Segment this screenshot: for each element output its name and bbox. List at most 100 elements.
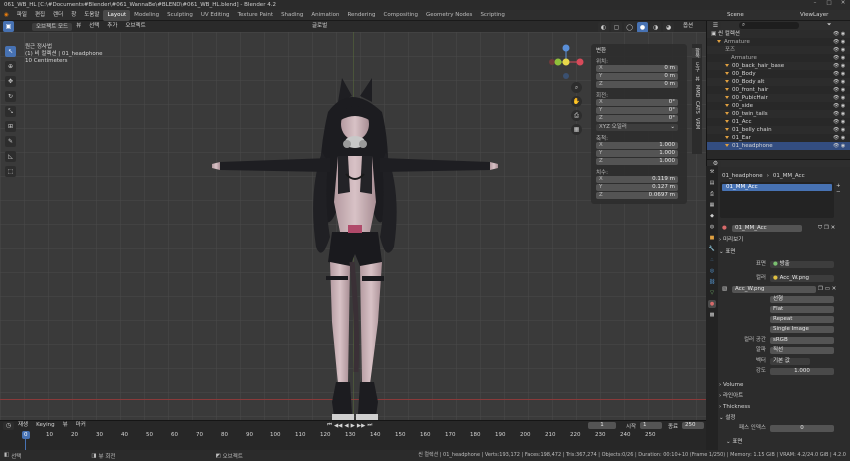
- physics-tab-icon[interactable]: ◎: [708, 267, 716, 275]
- camera-view-icon[interactable]: ⎙: [571, 110, 582, 121]
- transform-orientation[interactable]: 글로벌: [312, 21, 327, 32]
- workspace-tab-geometry-nodes[interactable]: Geometry Nodes: [422, 10, 476, 21]
- interpolation-dropdown[interactable]: 선형: [770, 296, 834, 303]
- eye-icon[interactable]: 👁 ◉: [833, 102, 849, 110]
- scale-tool-icon[interactable]: ⤡: [5, 106, 16, 117]
- fake-user-icon[interactable]: ⛉: [818, 225, 822, 231]
- close-button[interactable]: ✕: [836, 0, 850, 10]
- dimensions-x-field[interactable]: X 0.119 m: [596, 176, 678, 183]
- sidebar-tab-vrm[interactable]: VRM: [692, 118, 700, 129]
- start-frame-field[interactable]: 1: [640, 422, 662, 429]
- outliner-row-object[interactable]: 00_side: [707, 102, 850, 110]
- prev-key-icon[interactable]: ◀◀: [334, 423, 342, 429]
- sidebar-tab-tool[interactable]: 도구: [692, 62, 701, 72]
- vector-field[interactable]: 기본 값: [770, 358, 810, 365]
- eye-icon[interactable]: 👁 ◉: [833, 54, 849, 62]
- eye-icon[interactable]: 👁 ◉: [833, 86, 849, 94]
- dimensions-y-field[interactable]: Y 0.127 m: [596, 184, 678, 191]
- timeline-menu-playback[interactable]: 재생: [14, 421, 32, 430]
- workspace-tab-animation[interactable]: Animation: [307, 10, 343, 21]
- scale-x-field[interactable]: X 1.000: [596, 142, 678, 149]
- viewport-menu-add[interactable]: 추가: [103, 21, 121, 32]
- outliner-editor-icon[interactable]: ☰: [710, 21, 721, 30]
- eye-icon[interactable]: 👁 ◉: [833, 38, 849, 46]
- constraints-tab-icon[interactable]: ⛓: [708, 278, 716, 286]
- copy-icon[interactable]: ❐: [818, 286, 823, 292]
- alpha-dropdown[interactable]: 직선: [770, 347, 834, 354]
- outliner-search-input[interactable]: ⌕: [739, 22, 799, 29]
- view-layer-tab-icon[interactable]: ▦: [708, 201, 716, 209]
- location-x-field[interactable]: X 0 m: [596, 65, 678, 72]
- material-slot-row[interactable]: 01_MM_Acc: [722, 184, 832, 191]
- outliner-row-object[interactable]: 00_PubicHair: [707, 94, 850, 102]
- perspective-grid-icon[interactable]: ▦: [571, 124, 582, 135]
- material-tab-icon[interactable]: ●: [708, 300, 716, 308]
- image-name-field[interactable]: Acc_W.png: [732, 286, 816, 293]
- unlink-icon[interactable]: ✕: [832, 286, 837, 292]
- object-tab-icon[interactable]: ■: [708, 234, 716, 242]
- eye-icon[interactable]: 👁 ◉: [833, 134, 849, 142]
- timeline-menu-keying[interactable]: Keying: [32, 421, 58, 430]
- modifier-tab-icon[interactable]: 🔧: [708, 245, 716, 253]
- outliner-row-object[interactable]: 00_front_hair: [707, 86, 850, 94]
- outliner-row-object-selected[interactable]: 01_headphone: [707, 142, 850, 150]
- outliner-row-object[interactable]: 00_twin_tails: [707, 110, 850, 118]
- outliner-row-object[interactable]: 01_belly chain: [707, 126, 850, 134]
- menu-file[interactable]: 파일: [13, 10, 31, 21]
- workspace-tab-shading[interactable]: Shading: [277, 10, 307, 21]
- outliner-row-object[interactable]: 01_Ear: [707, 134, 850, 142]
- location-z-field[interactable]: Z 0 m: [596, 81, 678, 88]
- jump-end-icon[interactable]: ⏭: [367, 422, 372, 429]
- eye-icon[interactable]: 👁 ◉: [833, 126, 849, 134]
- eye-icon[interactable]: 👁 ◉: [833, 46, 849, 54]
- eye-icon[interactable]: 👁 ◉: [833, 110, 849, 118]
- surface-shader-field[interactable]: ● 방출: [770, 261, 834, 268]
- rotation-y-field[interactable]: Y 0°: [596, 107, 678, 114]
- color-texture-field[interactable]: ● Acc_W.png: [770, 275, 834, 282]
- scale-z-field[interactable]: Z 1.000: [596, 158, 678, 165]
- settings-section-header[interactable]: ⌄ 설정: [719, 414, 839, 422]
- character-model[interactable]: [210, 62, 500, 420]
- zoom-icon[interactable]: ⌕: [571, 82, 582, 93]
- strength-field[interactable]: 1.000: [770, 368, 834, 375]
- output-tab-icon[interactable]: ⎙: [708, 190, 716, 198]
- play-icon[interactable]: ▶: [351, 423, 355, 429]
- next-key-icon[interactable]: ▶▶: [357, 423, 365, 429]
- play-reverse-icon[interactable]: ◀: [344, 423, 348, 429]
- remove-slot-icon[interactable]: −: [836, 189, 844, 195]
- menu-help[interactable]: 도움말: [80, 10, 103, 21]
- open-folder-icon[interactable]: ▭: [825, 286, 830, 292]
- material-name-field[interactable]: 01_MM_Acc: [732, 225, 802, 232]
- extension-dropdown[interactable]: Repeat: [770, 316, 834, 323]
- texture-tab-icon[interactable]: ▩: [708, 311, 716, 319]
- data-tab-icon[interactable]: ▽: [708, 289, 716, 297]
- rotation-x-field[interactable]: X 0°: [596, 99, 678, 106]
- eye-icon[interactable]: 👁 ◉: [833, 62, 849, 70]
- line-art-section-header[interactable]: › 라인아트: [719, 392, 839, 400]
- rotate-tool-icon[interactable]: ↻: [5, 91, 16, 102]
- viewport-menu-object[interactable]: 오브젝트: [121, 21, 149, 32]
- annotate-tool-icon[interactable]: ✎: [5, 136, 16, 147]
- jump-start-icon[interactable]: ⏮: [327, 422, 332, 429]
- outliner-row-pose[interactable]: 포즈: [707, 46, 850, 54]
- workspace-tab-texture-paint[interactable]: Texture Paint: [234, 10, 278, 21]
- color-space-dropdown[interactable]: sRGB: [770, 337, 834, 344]
- view-layer-selector[interactable]: ViewLayer: [800, 10, 828, 21]
- workspace-tab-rendering[interactable]: Rendering: [343, 10, 379, 21]
- tool-tab-icon[interactable]: ⚒: [708, 168, 716, 176]
- workspace-tab-scripting[interactable]: Scripting: [476, 10, 508, 21]
- blender-logo-icon[interactable]: ◉: [0, 10, 13, 21]
- workspace-tab-sculpting[interactable]: Sculpting: [163, 10, 197, 21]
- pass-index-field[interactable]: 0: [770, 425, 834, 432]
- eye-icon[interactable]: 👁 ◉: [833, 78, 849, 86]
- maximize-button[interactable]: □: [822, 0, 836, 10]
- eye-icon[interactable]: 👁 ◉: [833, 94, 849, 102]
- viewport-options[interactable]: 옵션: [683, 21, 693, 32]
- timeline-editor-icon[interactable]: ◷: [3, 421, 14, 430]
- world-tab-icon[interactable]: ◍: [708, 223, 716, 231]
- filter-icon[interactable]: ⏷: [827, 22, 831, 29]
- eye-icon[interactable]: 👁 ◉: [833, 118, 849, 126]
- timeline-menu-marker[interactable]: 마커: [72, 421, 90, 430]
- add-cube-tool-icon[interactable]: ⬚: [5, 166, 16, 177]
- menu-window[interactable]: 창: [67, 10, 80, 21]
